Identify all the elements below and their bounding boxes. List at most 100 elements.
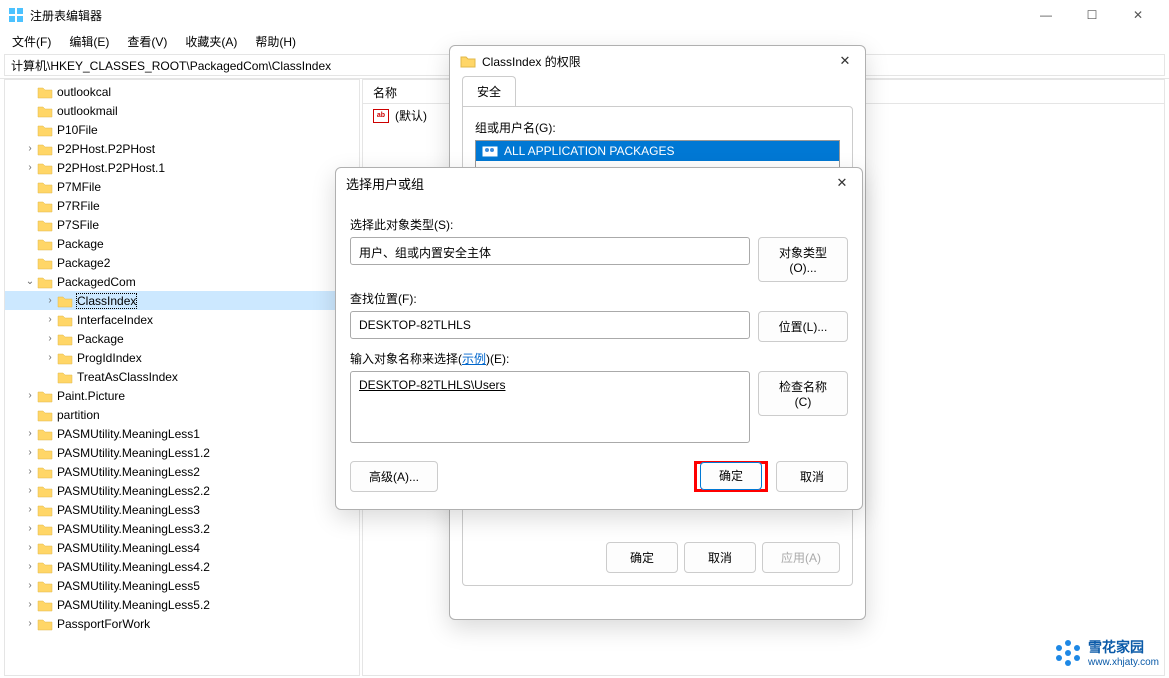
chevron-right-icon[interactable]: › [23, 390, 37, 401]
chevron-right-icon[interactable]: › [23, 447, 37, 458]
group-item-label: ALL APPLICATION PACKAGES [504, 144, 675, 158]
folder-icon [57, 294, 73, 308]
chevron-right-icon[interactable]: › [23, 162, 37, 173]
tree-panel[interactable]: outlookcaloutlookmailP10File›P2PHost.P2P… [4, 79, 360, 676]
tree-item[interactable]: ›PassportForWork [5, 614, 359, 633]
chevron-down-icon[interactable]: ⌄ [23, 276, 37, 287]
tree-item[interactable]: › PASMUtility.MeaningLess3.2 [5, 519, 359, 538]
permissions-title-bar[interactable]: ClassIndex 的权限 ✕ [450, 46, 865, 76]
folder-icon [37, 199, 53, 213]
menu-edit[interactable]: 编辑(E) [61, 31, 117, 52]
object-types-button[interactable]: 对象类型(O)... [758, 237, 848, 282]
tree-item-label: PASMUtility.MeaningLess1.2 [57, 446, 210, 460]
tree-item-label: outlookmail [57, 104, 118, 118]
tree-item[interactable]: ›PASMUtility.MeaningLess1 [5, 424, 359, 443]
folder-icon [37, 389, 53, 403]
chevron-right-icon[interactable]: › [43, 333, 57, 344]
tree-item[interactable]: outlookmail [5, 101, 359, 120]
chevron-right-icon[interactable]: › [23, 542, 37, 553]
folder-icon [37, 617, 53, 631]
check-names-button[interactable]: 检查名称(C) [758, 371, 848, 416]
advanced-button[interactable]: 高级(A)... [350, 461, 438, 492]
chevron-right-icon[interactable]: › [23, 561, 37, 572]
select-ok-button[interactable]: 确定 [700, 462, 762, 490]
tree-item[interactable]: ›P2PHost.P2PHost.1 [5, 158, 359, 177]
select-title-bar[interactable]: 选择用户或组 ✕ [336, 168, 862, 198]
tree-item[interactable]: ›PASMUtility.MeaningLess5 [5, 576, 359, 595]
permissions-apply-button[interactable]: 应用(A) [762, 542, 840, 573]
tree-item-label: PASMUtility.MeaningLess2 [57, 465, 200, 479]
locations-button[interactable]: 位置(L)... [758, 311, 848, 342]
value-name: (默认) [395, 107, 427, 124]
menu-favorites[interactable]: 收藏夹(A) [177, 31, 245, 52]
folder-icon [37, 446, 53, 460]
tree-item[interactable]: ›ClassIndex [5, 291, 359, 310]
chevron-right-icon[interactable]: › [43, 352, 57, 363]
object-names-input[interactable]: DESKTOP-82TLHLS\Users [350, 371, 750, 443]
tree-item[interactable]: P7SFile [5, 215, 359, 234]
folder-icon [37, 579, 53, 593]
tree-item[interactable]: P7MFile [5, 177, 359, 196]
location-field: DESKTOP-82TLHLS [350, 311, 750, 339]
chevron-right-icon[interactable]: › [23, 485, 37, 496]
folder-icon [37, 522, 53, 536]
tree-item[interactable]: outlookcal [5, 82, 359, 101]
tree-item[interactable]: ›PASMUtility.MeaningLess2.2 [5, 481, 359, 500]
tree-item[interactable]: P7RFile [5, 196, 359, 215]
tree-item[interactable]: › ProgIdIndex [5, 348, 359, 367]
tree-item-label: PASMUtility.MeaningLess3.2 [57, 522, 210, 536]
tree-item-label: P2PHost.P2PHost [57, 142, 155, 156]
select-close-icon[interactable]: ✕ [828, 172, 856, 194]
chevron-right-icon[interactable]: › [23, 504, 37, 515]
permissions-close-icon[interactable]: ✕ [831, 50, 859, 72]
tree-item[interactable]: › PASMUtility.MeaningLess1.2 [5, 443, 359, 462]
tree-item[interactable]: ›PASMUtility.MeaningLess4.2 [5, 557, 359, 576]
chevron-right-icon[interactable]: › [23, 580, 37, 591]
tab-security[interactable]: 安全 [462, 76, 516, 106]
chevron-right-icon[interactable]: › [23, 618, 37, 629]
group-item-all-packages[interactable]: ALL APPLICATION PACKAGES [476, 141, 839, 161]
tree-item-label: Package [77, 332, 124, 346]
tree-item[interactable]: › Paint.Picture [5, 386, 359, 405]
tree-item[interactable]: Package [5, 234, 359, 253]
tree-item[interactable]: Package2 [5, 253, 359, 272]
tree-item[interactable]: ›PASMUtility.MeaningLess4 [5, 538, 359, 557]
tree-item-label: ProgIdIndex [77, 351, 142, 365]
tree-item[interactable]: P10File [5, 120, 359, 139]
maximize-button[interactable]: ☐ [1069, 0, 1115, 30]
select-cancel-button[interactable]: 取消 [776, 461, 848, 492]
tree-item-label: Paint.Picture [57, 389, 125, 403]
menu-help[interactable]: 帮助(H) [247, 31, 304, 52]
ok-button-highlight: 确定 [694, 461, 768, 492]
tree-item[interactable]: partition [5, 405, 359, 424]
chevron-right-icon[interactable]: › [23, 428, 37, 439]
minimize-button[interactable]: — [1023, 0, 1069, 30]
chevron-right-icon[interactable]: › [23, 143, 37, 154]
tree-item-label: P7MFile [57, 180, 101, 194]
folder-icon [37, 85, 53, 99]
tree-item[interactable]: ›PASMUtility.MeaningLess5.2 [5, 595, 359, 614]
tree-item[interactable]: › Package [5, 329, 359, 348]
tree-item-label: Package2 [57, 256, 110, 270]
examples-link[interactable]: 示例 [462, 352, 486, 366]
chevron-right-icon[interactable]: › [43, 295, 57, 306]
tree-item[interactable]: ›InterfaceIndex [5, 310, 359, 329]
tree-item[interactable]: TreatAsClassIndex [5, 367, 359, 386]
chevron-right-icon[interactable]: › [23, 523, 37, 534]
folder-icon [37, 123, 53, 137]
tree-item[interactable]: › PASMUtility.MeaningLess2 [5, 462, 359, 481]
permissions-cancel-button[interactable]: 取消 [684, 542, 756, 573]
tree-item[interactable]: ⌄PackagedCom [5, 272, 359, 291]
chevron-right-icon[interactable]: › [23, 599, 37, 610]
permissions-ok-button[interactable]: 确定 [606, 542, 678, 573]
chevron-right-icon[interactable]: › [23, 466, 37, 477]
tree-item[interactable]: › P2PHost.P2PHost [5, 139, 359, 158]
folder-icon [37, 142, 53, 156]
tree-item[interactable]: ›PASMUtility.MeaningLess3 [5, 500, 359, 519]
folder-icon [37, 427, 53, 441]
chevron-right-icon[interactable]: › [43, 314, 57, 325]
menu-file[interactable]: 文件(F) [4, 31, 59, 52]
close-button[interactable]: ✕ [1115, 0, 1161, 30]
snowflake-icon [1054, 639, 1082, 667]
menu-view[interactable]: 查看(V) [119, 31, 175, 52]
